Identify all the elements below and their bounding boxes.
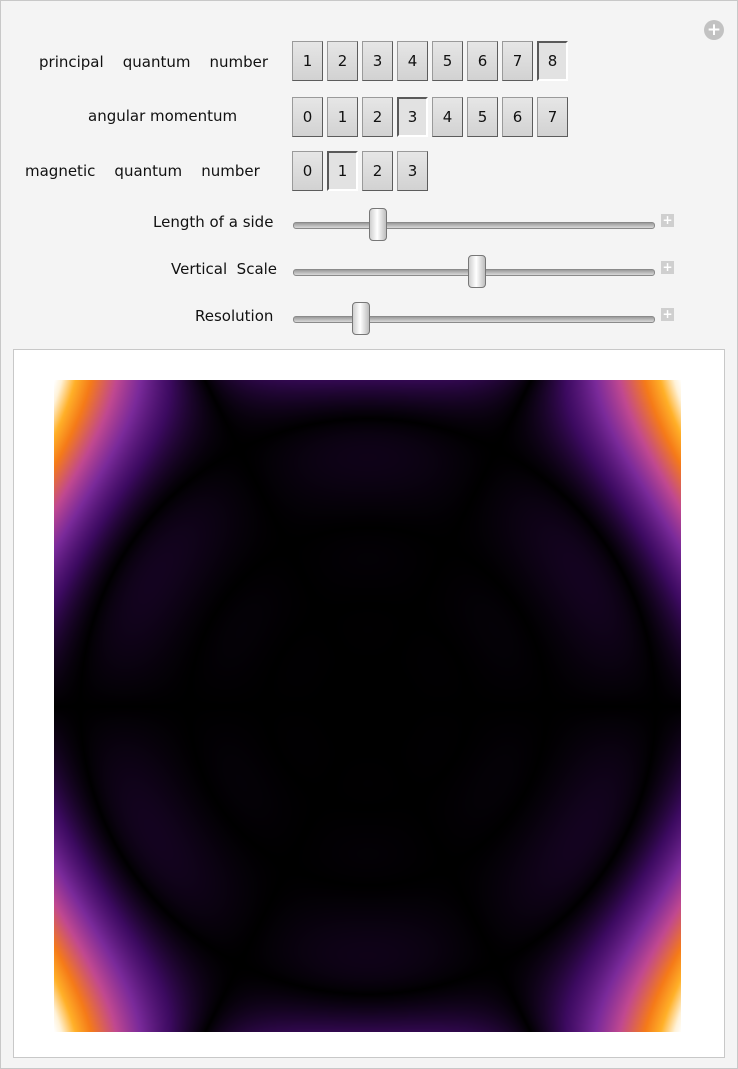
principal-option-button[interactable]: 3 [362, 41, 393, 81]
probability-density-plot [54, 380, 681, 1032]
plot-frame [13, 349, 725, 1058]
principal-option-button[interactable]: 8 [537, 41, 568, 81]
demonstration-panel: + principal quantum number 12345678 angu… [0, 0, 738, 1069]
resolution-slider[interactable] [293, 302, 655, 335]
plus-circle-icon[interactable]: + [704, 20, 724, 40]
resolution-slider-thumb[interactable] [352, 302, 371, 335]
principal-option-button[interactable]: 6 [467, 41, 498, 81]
side-length-slider-thumb[interactable] [369, 208, 388, 241]
angular-option-button[interactable]: 3 [397, 97, 428, 137]
magnetic-option-button[interactable]: 1 [327, 151, 358, 191]
plus-square-icon[interactable]: + [661, 308, 674, 321]
side-length-slider[interactable] [293, 208, 655, 241]
magnetic-option-button[interactable]: 0 [292, 151, 323, 191]
vertical-scale-slider-thumb[interactable] [468, 255, 487, 288]
magnetic-quantum-number-label: magnetic quantum number [25, 162, 260, 180]
angular-option-button[interactable]: 0 [292, 97, 323, 137]
principal-quantum-number-label: principal quantum number [39, 53, 269, 71]
side-length-label: Length of a side [153, 213, 274, 231]
principal-option-button[interactable]: 5 [432, 41, 463, 81]
vertical-scale-label: Vertical Scale [171, 260, 278, 278]
magnetic-option-button[interactable]: 2 [362, 151, 393, 191]
angular-momentum-setter: 01234567 [292, 97, 568, 137]
principal-quantum-number-setter: 12345678 [292, 41, 568, 81]
resolution-label: Resolution [195, 307, 274, 325]
angular-momentum-label: angular momentum [88, 107, 238, 125]
principal-option-button[interactable]: 4 [397, 41, 428, 81]
angular-option-button[interactable]: 4 [432, 97, 463, 137]
principal-option-button[interactable]: 7 [502, 41, 533, 81]
angular-option-button[interactable]: 7 [537, 97, 568, 137]
angular-option-button[interactable]: 2 [362, 97, 393, 137]
angular-option-button[interactable]: 1 [327, 97, 358, 137]
principal-option-button[interactable]: 2 [327, 41, 358, 81]
angular-option-button[interactable]: 5 [467, 97, 498, 137]
principal-option-button[interactable]: 1 [292, 41, 323, 81]
magnetic-option-button[interactable]: 3 [397, 151, 428, 191]
plus-square-icon[interactable]: + [661, 261, 674, 274]
vertical-scale-slider[interactable] [293, 255, 655, 288]
angular-option-button[interactable]: 6 [502, 97, 533, 137]
magnetic-quantum-number-setter: 0123 [292, 151, 428, 191]
plus-square-icon[interactable]: + [661, 214, 674, 227]
